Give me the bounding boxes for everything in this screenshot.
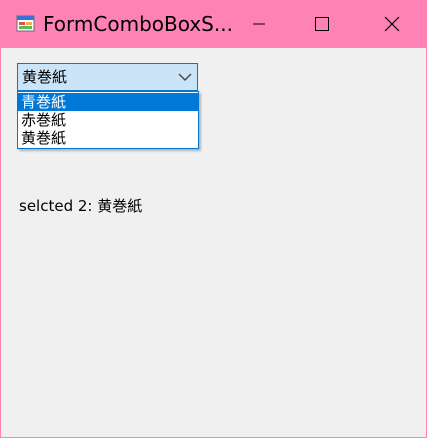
dropdown-item-yellow[interactable]: 黄巻紙: [18, 129, 198, 147]
maximize-button[interactable]: [299, 0, 345, 48]
minimize-button[interactable]: [236, 0, 282, 48]
dropdown-item-red[interactable]: 赤巻紙: [18, 111, 198, 129]
form-client-area: 黄巻紙 青巻紙 赤巻紙 黄巻紙 selcted 2: 黄巻紙: [1, 48, 426, 437]
title-bar[interactable]: FormComboBoxS...: [1, 0, 426, 48]
combo-selected-value: 黄巻紙: [22, 68, 68, 86]
app-icon: [16, 15, 35, 32]
chevron-down-icon[interactable]: [178, 72, 192, 82]
window-title: FormComboBoxS...: [43, 12, 233, 36]
dropdown-item-blue[interactable]: 青巻紙: [18, 93, 198, 111]
selection-status-label: selcted 2: 黄巻紙: [19, 197, 143, 215]
combo-dropdown-list[interactable]: 青巻紙 赤巻紙 黄巻紙: [17, 91, 199, 149]
combo-box[interactable]: 黄巻紙: [17, 63, 198, 91]
close-icon: [384, 16, 400, 32]
minimize-icon: [253, 23, 265, 25]
app-window: FormComboBoxS... 黄巻紙 青巻紙 赤巻紙 黄巻紙 selcted…: [0, 0, 427, 438]
maximize-icon: [315, 17, 329, 31]
close-button[interactable]: [369, 0, 415, 48]
